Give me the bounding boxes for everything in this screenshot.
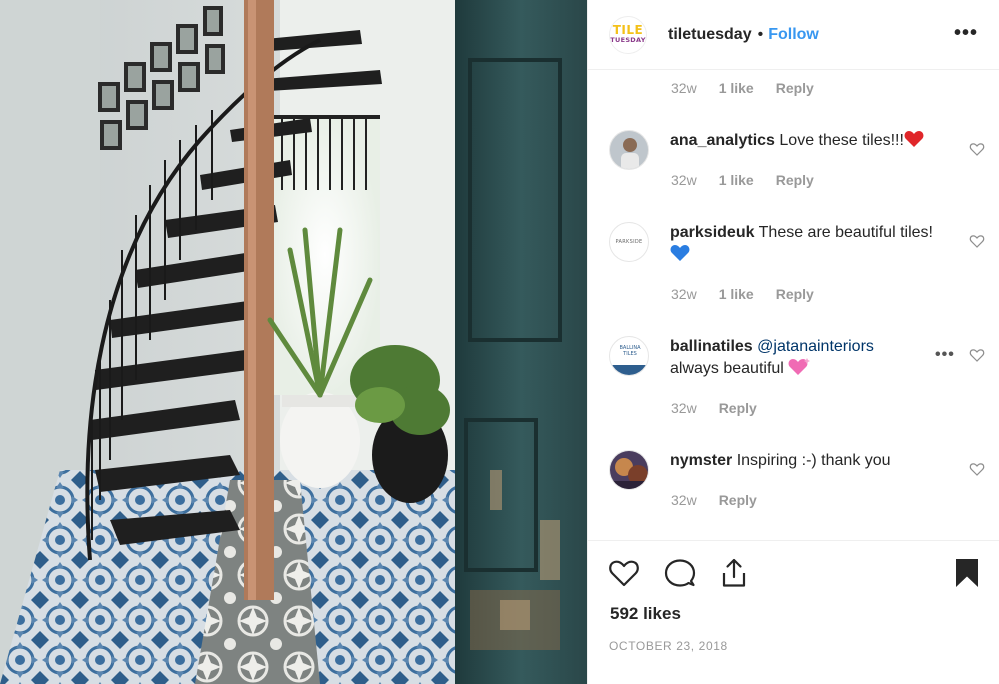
- post-photo-illustration: [0, 0, 587, 684]
- commenter-username[interactable]: parksideuk: [670, 224, 754, 241]
- avatar-photo: [610, 451, 648, 489]
- like-comment-heart-icon[interactable]: [969, 141, 985, 157]
- comment-text: ana_analytics Love these tiles!!!: [670, 130, 940, 152]
- comments-list[interactable]: 32w 1 like Reply ana_analytics Love thes…: [588, 70, 999, 540]
- comment-meta: 32w 1 like Reply: [671, 286, 814, 302]
- likes-count[interactable]: 592 likes: [610, 604, 681, 624]
- reply-button[interactable]: Reply: [719, 492, 757, 508]
- comment-body: These are beautiful tiles!: [758, 224, 933, 241]
- commenter-avatar[interactable]: PARKSIDE: [609, 222, 649, 262]
- comment-time: 32w: [671, 286, 697, 302]
- sparkling-heart-emoji: [788, 358, 811, 375]
- heart-outline-icon[interactable]: [608, 557, 640, 589]
- avatar-logo-text: PARKSIDE: [615, 239, 643, 245]
- comment-meta: 32w Reply: [671, 492, 757, 508]
- commenter-username[interactable]: nymster: [670, 452, 732, 469]
- post-header: TILE TUESDAY tiletuesday • Follow •••: [588, 0, 999, 70]
- commenter-username[interactable]: ballinatiles: [670, 338, 753, 355]
- comment-time: 32w: [671, 172, 697, 188]
- commenter-avatar[interactable]: [609, 130, 649, 170]
- comment-likes-link[interactable]: 1 like: [719, 286, 754, 302]
- comment-likes-link[interactable]: 1 like: [719, 80, 754, 96]
- comment-time: 32w: [671, 400, 697, 416]
- comment-body: Love these tiles!!!: [779, 132, 904, 149]
- more-options-icon[interactable]: •••: [954, 23, 978, 43]
- like-comment-heart-icon[interactable]: [969, 461, 985, 477]
- post-photo[interactable]: [0, 0, 587, 684]
- reply-button[interactable]: Reply: [719, 400, 757, 416]
- reply-button[interactable]: Reply: [776, 286, 814, 302]
- comment-likes-link[interactable]: 1 like: [719, 172, 754, 188]
- commenter-avatar[interactable]: BALLINA TILES: [609, 336, 649, 376]
- reply-button[interactable]: Reply: [776, 80, 814, 96]
- post-actions: 592 likes OCTOBER 23, 2018: [588, 540, 999, 684]
- logo-line-bottom: TUESDAY: [610, 36, 646, 44]
- commenter-username[interactable]: ana_analytics: [670, 132, 775, 149]
- comment-text: ballinatiles @jatanainteriors always bea…: [670, 336, 925, 380]
- avatar-logo-line-2: TILES: [623, 351, 637, 357]
- comment-text: nymster Inspiring :-) thank you: [670, 450, 940, 472]
- comment-bubble-icon[interactable]: [664, 557, 696, 589]
- like-comment-heart-icon[interactable]: [969, 233, 985, 249]
- post-date: OCTOBER 23, 2018: [609, 639, 728, 653]
- follow-button[interactable]: Follow: [768, 26, 819, 44]
- comment-time: 32w: [671, 80, 697, 96]
- comment-meta: 32w 1 like Reply: [671, 172, 814, 188]
- avatar-photo: [610, 131, 648, 169]
- bookmark-filled-icon[interactable]: [951, 557, 983, 589]
- comment-meta: 32w 1 like Reply: [671, 80, 814, 96]
- comment-time: 32w: [671, 492, 697, 508]
- blue-heart-emoji: [670, 245, 690, 261]
- like-comment-heart-icon[interactable]: [969, 347, 985, 363]
- avatar-logo-text: BALLINA TILES: [610, 345, 648, 357]
- red-heart-emoji: [904, 131, 924, 147]
- commenter-avatar[interactable]: [609, 450, 649, 490]
- comment-body: Inspiring :-) thank you: [736, 452, 891, 469]
- account-avatar[interactable]: TILE TUESDAY: [609, 15, 647, 54]
- account-username[interactable]: tiletuesday: [668, 26, 752, 44]
- comment-meta: 32w Reply: [671, 400, 757, 416]
- logo-line-top: TILE: [612, 23, 644, 37]
- avatar-logo-band: [610, 365, 648, 375]
- reply-button[interactable]: Reply: [776, 172, 814, 188]
- header-separator: •: [757, 25, 764, 43]
- comment-body: always beautiful: [670, 360, 784, 377]
- comment-text: parksideuk These are beautiful tiles!: [670, 222, 940, 266]
- share-upload-icon[interactable]: [718, 557, 750, 589]
- comment-more-options-icon[interactable]: •••: [935, 346, 955, 364]
- comment-mention-link[interactable]: @jatanainteriors: [757, 338, 874, 355]
- post-side-panel: TILE TUESDAY tiletuesday • Follow ••• 32…: [587, 0, 999, 684]
